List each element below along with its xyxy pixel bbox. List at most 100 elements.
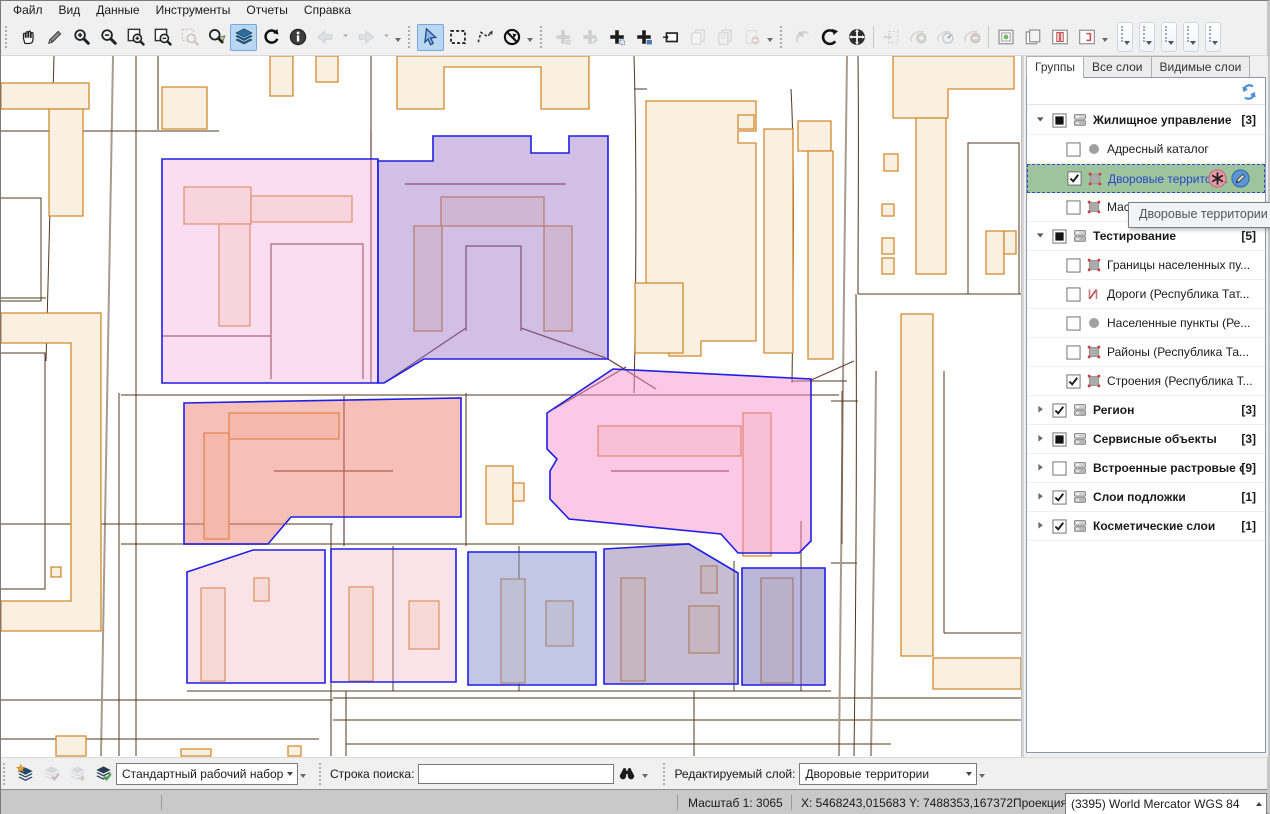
group-row-11[interactable]: Сервисные объекты[3]	[1027, 425, 1265, 454]
layer-row-8[interactable]: Районы (Республика Та...	[1027, 338, 1265, 367]
group-row-0[interactable]: Жилищное управление[3]	[1027, 106, 1265, 135]
toolbar-overflow-button[interactable]	[1100, 24, 1111, 51]
layer-row-5[interactable]: Границы населенных пу...	[1027, 251, 1265, 280]
workset-save-button[interactable]	[38, 761, 64, 787]
select-arrow-button[interactable]	[417, 24, 444, 51]
search-input[interactable]	[418, 764, 614, 784]
insert-rect-button[interactable]	[657, 24, 684, 51]
expand-icon[interactable]	[1035, 491, 1047, 503]
toolbar-overflow-button[interactable]	[640, 760, 651, 787]
collapsed-toolbar-stub[interactable]	[1183, 22, 1199, 52]
collapsed-toolbar-stub[interactable]	[1205, 22, 1221, 52]
select-none-button[interactable]	[498, 24, 525, 51]
tab-Видимые слои[interactable]: Видимые слои	[1151, 56, 1251, 77]
yard-polygon-3[interactable]	[468, 552, 596, 685]
add-node-button[interactable]	[549, 24, 576, 51]
visibility-checkbox[interactable]	[1052, 403, 1067, 418]
layer-style-badge-icon[interactable]	[1208, 169, 1227, 188]
zoom-window-out-button[interactable]	[149, 24, 176, 51]
yard-polygon-5[interactable]	[742, 568, 825, 685]
expand-icon[interactable]	[1035, 433, 1047, 445]
layer-row-2[interactable]: Дворовые территор...	[1027, 164, 1265, 193]
group-row-14[interactable]: Косметические слои[1]	[1027, 512, 1265, 541]
zoom-window-in-button[interactable]	[122, 24, 149, 51]
zoom-selection-button[interactable]	[203, 24, 230, 51]
yard-polygon-1[interactable]	[187, 550, 325, 683]
map-svg[interactable]	[1, 56, 1021, 757]
collapsed-toolbar-stub[interactable]	[1117, 22, 1133, 52]
menu-item-Файл[interactable]: Файл	[5, 2, 51, 18]
tab-Все слои[interactable]: Все слои	[1083, 56, 1152, 77]
edit-layer-combobox[interactable]: Дворовые территории	[799, 763, 977, 785]
map-canvas[interactable]	[1, 56, 1021, 757]
add-node-snap-button[interactable]	[576, 24, 603, 51]
courtyard-polygon-nw[interactable]	[162, 159, 378, 383]
menu-item-Справка[interactable]: Справка	[296, 2, 359, 18]
menu-item-Вид[interactable]: Вид	[51, 2, 89, 18]
menu-item-Отчеты[interactable]: Отчеты	[238, 2, 295, 18]
tab-Группы[interactable]: Группы	[1026, 56, 1084, 78]
window-copy-button[interactable]	[1019, 24, 1046, 51]
visibility-checkbox[interactable]	[1052, 113, 1067, 128]
courtyard-polygon-e[interactable]	[547, 369, 811, 553]
visibility-checkbox[interactable]	[1066, 287, 1081, 302]
info-button[interactable]	[284, 24, 311, 51]
toolbar-overflow-button[interactable]	[765, 24, 776, 51]
expand-icon[interactable]	[1035, 462, 1047, 474]
select-rect-button[interactable]	[444, 24, 471, 51]
visibility-checkbox[interactable]	[1066, 142, 1081, 157]
back-dropdown-button[interactable]	[338, 24, 352, 51]
visibility-checkbox[interactable]	[1066, 316, 1081, 331]
yard-polygon-2[interactable]	[331, 549, 456, 682]
visibility-checkbox[interactable]	[1066, 345, 1081, 360]
forward-button[interactable]	[352, 24, 379, 51]
toolbar-overflow-button[interactable]	[393, 24, 404, 51]
paste-button[interactable]	[711, 24, 738, 51]
menu-item-Данные[interactable]: Данные	[88, 2, 147, 18]
collapsed-toolbar-stub[interactable]	[1161, 22, 1177, 52]
toolbar-overflow-button[interactable]	[977, 760, 988, 787]
back-button[interactable]	[311, 24, 338, 51]
delete-object-button[interactable]	[738, 24, 765, 51]
vertex-rotate-button[interactable]	[931, 24, 958, 51]
visibility-checkbox[interactable]	[1052, 461, 1067, 476]
toolbar-overflow-button[interactable]	[525, 24, 536, 51]
expand-icon[interactable]	[1035, 404, 1047, 416]
find-button[interactable]	[614, 761, 640, 787]
group-row-12[interactable]: Встроенные растровые с...[9]	[1027, 454, 1265, 483]
zoom-in-button[interactable]	[68, 24, 95, 51]
visibility-checkbox[interactable]	[1066, 200, 1081, 215]
move-vertices-button[interactable]	[843, 24, 870, 51]
forward-dropdown-button[interactable]	[379, 24, 393, 51]
visibility-checkbox[interactable]	[1052, 490, 1067, 505]
vertex-add-button[interactable]	[904, 24, 931, 51]
visibility-checkbox[interactable]	[1052, 229, 1067, 244]
vertex-delete-button[interactable]	[958, 24, 985, 51]
zoom-out-button[interactable]	[95, 24, 122, 51]
window-link-button[interactable]	[1073, 24, 1100, 51]
rotate-button[interactable]	[816, 24, 843, 51]
layers-button[interactable]	[230, 24, 257, 51]
toolbar-overflow-button[interactable]	[298, 760, 309, 787]
measure-button[interactable]	[41, 24, 68, 51]
zoom-extent-button[interactable]	[176, 24, 203, 51]
group-row-13[interactable]: Слои подложки[1]	[1027, 483, 1265, 512]
refresh-layers-icon[interactable]	[1238, 81, 1259, 102]
visibility-checkbox[interactable]	[1066, 258, 1081, 273]
collapse-icon[interactable]	[1035, 114, 1047, 126]
copy-button[interactable]	[684, 24, 711, 51]
pan-button[interactable]	[14, 24, 41, 51]
layer-row-6[interactable]: Дороги (Республика Тат...	[1027, 280, 1265, 309]
courtyard-polygon-ne[interactable]	[378, 136, 608, 383]
expand-icon[interactable]	[1035, 520, 1047, 532]
group-row-10[interactable]: Регион[3]	[1027, 396, 1265, 425]
select-polygon-button[interactable]	[471, 24, 498, 51]
rotate-undo-button[interactable]	[789, 24, 816, 51]
workset-combobox[interactable]: Стандартный рабочий набор	[116, 763, 298, 785]
insert-shape-button[interactable]	[877, 24, 904, 51]
yard-polygon-4[interactable]	[604, 544, 738, 684]
collapse-icon[interactable]	[1035, 230, 1047, 242]
workset-revert-button[interactable]	[64, 761, 90, 787]
window-split-button[interactable]	[1046, 24, 1073, 51]
workset-apply-button[interactable]	[12, 761, 38, 787]
